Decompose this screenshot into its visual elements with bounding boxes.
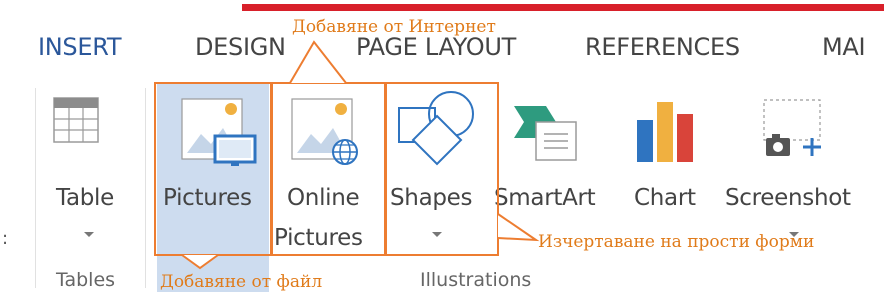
callout-pointers [181,40,540,270]
online-annotation-text: Добавяне от Интернет [292,17,496,37]
file-annotation-text: Добавяне от файл [160,272,323,292]
shapes-annotation-text: Изчертаване на прости форми [538,232,815,252]
